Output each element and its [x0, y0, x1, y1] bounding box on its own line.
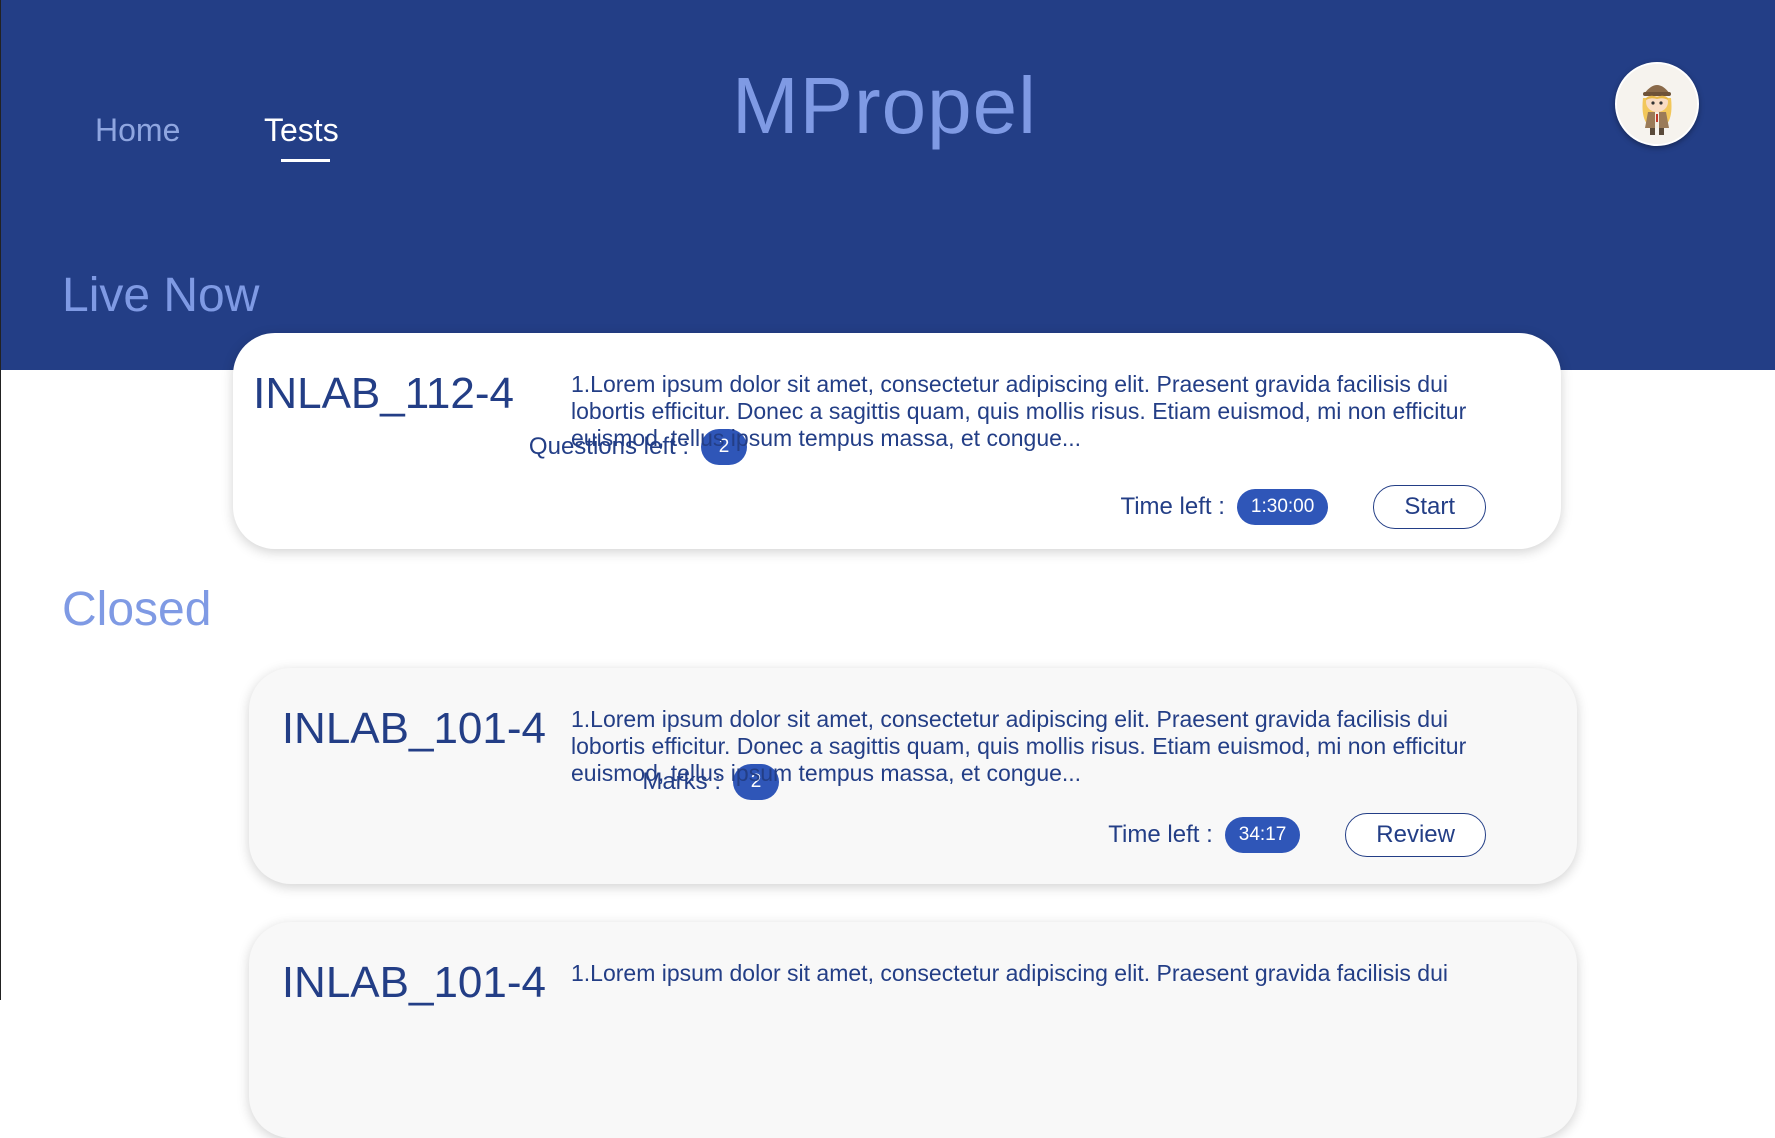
time-left-label: Time left : — [1108, 821, 1213, 848]
avatar[interactable] — [1615, 62, 1699, 146]
test-card: INLAB_101-4 Marks : 2 1.Lorem ipsum dolo… — [249, 668, 1577, 884]
time-left-label: Time left : — [1120, 493, 1225, 520]
time-left-badge: 34:17 — [1224, 817, 1301, 853]
window-edge — [0, 0, 1, 1000]
test-card: INLAB_112-4 Questions left : 2 1.Lorem i… — [233, 333, 1561, 549]
section-title-closed: Closed — [62, 583, 212, 636]
test-id: INLAB_112-4 — [253, 369, 514, 418]
nav-home[interactable]: Home — [95, 112, 180, 149]
test-footer: Time left : 1:30:00 Start — [1120, 485, 1486, 529]
start-button[interactable]: Start — [1373, 485, 1486, 529]
test-card: INLAB_101-4 1.Lorem ipsum dolor sit amet… — [249, 922, 1577, 1138]
nav-active-indicator — [281, 159, 330, 162]
test-description: 1.Lorem ipsum dolor sit amet, consectetu… — [571, 371, 1467, 451]
brand-title: MPropel — [732, 61, 1037, 150]
review-button[interactable]: Review — [1345, 813, 1486, 857]
test-description: 1.Lorem ipsum dolor sit amet, consectetu… — [571, 706, 1467, 786]
header: Home Tests MPropel — [0, 0, 1775, 370]
avatar-icon — [1617, 64, 1697, 144]
section-title-live: Live Now — [62, 269, 260, 322]
test-description: 1.Lorem ipsum dolor sit amet, consectetu… — [571, 960, 1448, 986]
nav-tests[interactable]: Tests — [264, 112, 339, 149]
test-id: INLAB_101-4 — [281, 704, 546, 753]
test-footer: Time left : 34:17 Review — [1108, 813, 1486, 857]
time-left-badge: 1:30:00 — [1236, 489, 1329, 525]
test-id: INLAB_101-4 — [281, 958, 546, 1007]
